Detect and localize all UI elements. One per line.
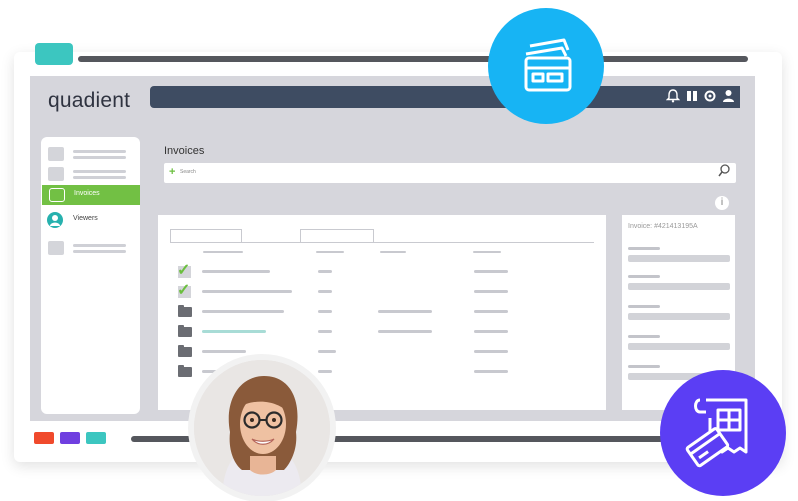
table-row[interactable] — [178, 325, 598, 340]
user-icon[interactable] — [722, 89, 735, 105]
invoice-icon — [49, 188, 65, 202]
table-row[interactable] — [178, 305, 598, 320]
column-header — [203, 251, 243, 253]
status-chip-purple — [60, 432, 80, 444]
sidebar-item-label: Invoices — [74, 190, 100, 197]
receipt-card-icon — [685, 398, 748, 468]
table-row[interactable]: ✓ — [177, 262, 598, 280]
tab-1[interactable] — [170, 229, 242, 243]
folder-icon — [178, 365, 192, 377]
search-bar[interactable]: + Search — [164, 163, 736, 183]
sidebar: Invoices Viewers — [41, 137, 140, 414]
bell-icon[interactable] — [665, 88, 681, 106]
top-navigation-bar — [150, 86, 740, 108]
page-title: Invoices — [164, 145, 205, 157]
detail-title: Invoice: #421413195A — [628, 223, 698, 230]
column-header — [316, 251, 344, 253]
folder-icon — [178, 325, 192, 337]
table-row[interactable] — [178, 345, 598, 360]
sidebar-item-invoices[interactable]: Invoices — [42, 185, 140, 205]
add-icon[interactable]: + — [169, 166, 175, 178]
invoice-payment-badge — [660, 370, 786, 496]
credit-cards-icon — [524, 38, 572, 92]
payment-cards-badge — [488, 8, 604, 124]
gear-icon[interactable] — [704, 90, 716, 105]
topbar-icon-group — [665, 87, 735, 107]
quadient-logo: quadient — [48, 89, 131, 112]
search-icon[interactable] — [718, 164, 730, 181]
search-placeholder: Search — [180, 169, 196, 175]
table-row[interactable]: ✓ — [177, 282, 598, 300]
person-photo — [194, 360, 330, 496]
column-header — [473, 251, 501, 253]
info-icon[interactable]: i — [715, 196, 729, 210]
status-chip-teal — [86, 432, 106, 444]
column-header — [380, 251, 406, 253]
folder-icon — [178, 305, 192, 317]
sidebar-item-viewers[interactable]: Viewers — [73, 215, 98, 222]
checkmark-icon: ✓ — [177, 282, 191, 299]
columns-icon[interactable] — [686, 90, 698, 105]
status-chip-red — [34, 432, 54, 444]
viewers-user-icon — [47, 212, 63, 228]
folder-icon — [178, 345, 192, 357]
checkmark-icon: ✓ — [177, 262, 191, 279]
user-avatar — [194, 360, 330, 496]
top-scroll-track — [78, 56, 748, 62]
tab-2[interactable] — [300, 229, 374, 243]
window-tab-chip — [35, 43, 73, 65]
